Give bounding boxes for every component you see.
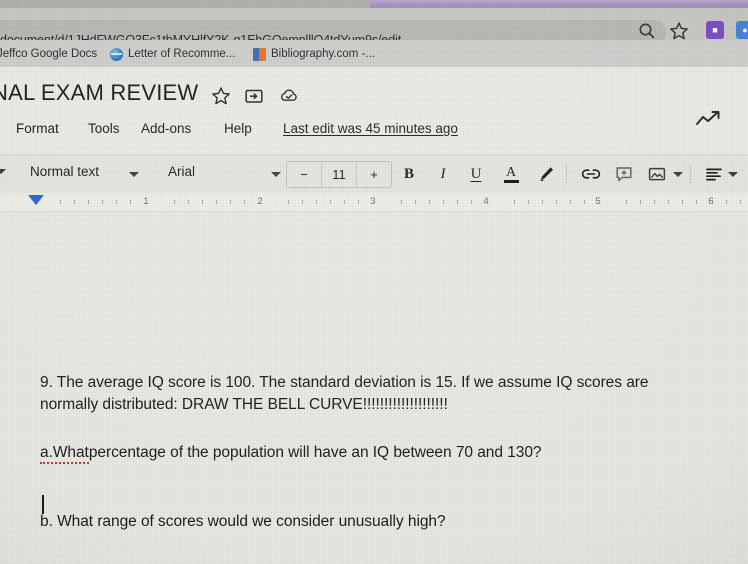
menu-item-help[interactable]: Help — [224, 121, 252, 136]
menu-item-add-ons[interactable]: Add-ons — [141, 121, 191, 136]
question-9-line-1: 9. The average IQ score is 100. The stan… — [40, 374, 649, 391]
extension-glyph: ● — [742, 25, 748, 35]
decrease-font-size-button[interactable]: − — [287, 162, 321, 187]
font-size-input[interactable]: 11 — [321, 162, 357, 187]
bold-button[interactable]: B — [400, 163, 418, 185]
chevron-down-icon[interactable] — [0, 169, 6, 174]
increase-font-size-button[interactable]: + — [357, 162, 391, 187]
bookmark-label: Letter of Recomme... — [128, 48, 236, 60]
question-9-line-2: normally distributed: DRAW THE BELL CURV… — [40, 396, 448, 413]
chevron-down-icon[interactable] — [728, 172, 738, 177]
chevron-down-icon[interactable] — [129, 172, 139, 177]
ruler[interactable]: 1 2 3 4 5 6 — [0, 193, 748, 212]
bookmark-item[interactable]: Letter of Recomme... — [110, 45, 235, 63]
tab-strip-left-segment — [0, 0, 370, 8]
paragraph-style-select[interactable]: Normal text — [30, 164, 99, 179]
ruler-number: 4 — [483, 196, 489, 207]
question-9a-rest: percentage of the population will have a… — [88, 444, 542, 461]
menu-bar: Format Tools Add-ons Help Last edit was … — [0, 119, 748, 143]
document-title-row: NAL EXAM REVIEW — [0, 80, 748, 125]
insert-image-icon[interactable] — [646, 163, 668, 185]
misspelled-word: a.What — [40, 444, 89, 464]
globe-icon — [110, 47, 123, 61]
book-icon — [253, 47, 266, 61]
highlighter-pen-icon[interactable] — [535, 163, 557, 185]
document-title[interactable]: NAL EXAM REVIEW — [0, 80, 198, 106]
extension-glyph: ■ — [712, 25, 718, 35]
align-left-icon[interactable] — [703, 163, 725, 185]
ruler-number: 5 — [595, 196, 601, 207]
last-edit-status[interactable]: Last edit was 45 minutes ago — [283, 121, 458, 136]
toolbar-divider — [566, 165, 567, 183]
menu-item-tools[interactable]: Tools — [88, 121, 120, 136]
question-9a: a.Whatpercentage of the population will … — [40, 442, 542, 464]
text-color-button[interactable]: A — [500, 163, 522, 185]
document-page[interactable]: 9. The average IQ score is 100. The stan… — [0, 212, 748, 564]
text-color-swatch — [503, 179, 519, 183]
extension-icon[interactable]: ■ — [706, 21, 724, 39]
search-icon[interactable] — [636, 20, 658, 42]
ruler-number: 2 — [257, 196, 263, 207]
extension-icon[interactable]: ● — [736, 21, 748, 39]
bookmarks-bar: Jeffco Google Docs Letter of Recomme... … — [0, 40, 748, 68]
ruler-number: 1 — [143, 196, 149, 207]
star-icon[interactable] — [668, 20, 690, 42]
ruler-number: 3 — [370, 196, 376, 207]
indent-marker-icon[interactable] — [28, 195, 44, 205]
menu-item-format[interactable]: Format — [16, 121, 59, 136]
chevron-down-icon[interactable] — [673, 172, 683, 177]
italic-button[interactable]: I — [434, 163, 452, 185]
star-icon[interactable] — [210, 85, 232, 107]
bookmark-item[interactable]: Bibliography.com -... — [253, 45, 375, 63]
bookmark-item[interactable]: Jeffco Google Docs — [0, 45, 97, 63]
toolbar-divider — [690, 165, 691, 183]
underline-button[interactable]: U — [467, 163, 485, 185]
bookmark-label: Bibliography.com -... — [271, 48, 375, 60]
google-docs-app: NAL EXAM REVIEW Format Tools Add-ons Hel… — [0, 67, 748, 564]
add-comment-icon[interactable] — [613, 163, 635, 185]
font-size-stepper: − 11 + — [286, 161, 392, 188]
move-to-folder-icon[interactable] — [243, 85, 265, 107]
browser-window: document/d/1JHdFWGQ3Fc1thMYHlfY2K-q1EhGO… — [0, 0, 748, 564]
font-family-select[interactable]: Arial — [168, 164, 195, 179]
bookmark-label: Jeffco Google Docs — [0, 48, 98, 60]
tab-strip — [0, 0, 748, 8]
chevron-down-icon[interactable] — [271, 172, 281, 177]
ruler-number: 6 — [708, 196, 714, 207]
omnibox-row: document/d/1JHdFWGQ3Fc1thMYHlfY2K-q1EhGO… — [0, 8, 748, 47]
formatting-toolbar: Normal text Arial − 11 + B I U A — [0, 154, 748, 194]
text-color-letter: A — [505, 164, 517, 180]
link-icon[interactable] — [580, 163, 602, 185]
question-9b: b. What range of scores would we conside… — [40, 513, 446, 530]
cloud-saved-icon[interactable] — [278, 85, 300, 107]
